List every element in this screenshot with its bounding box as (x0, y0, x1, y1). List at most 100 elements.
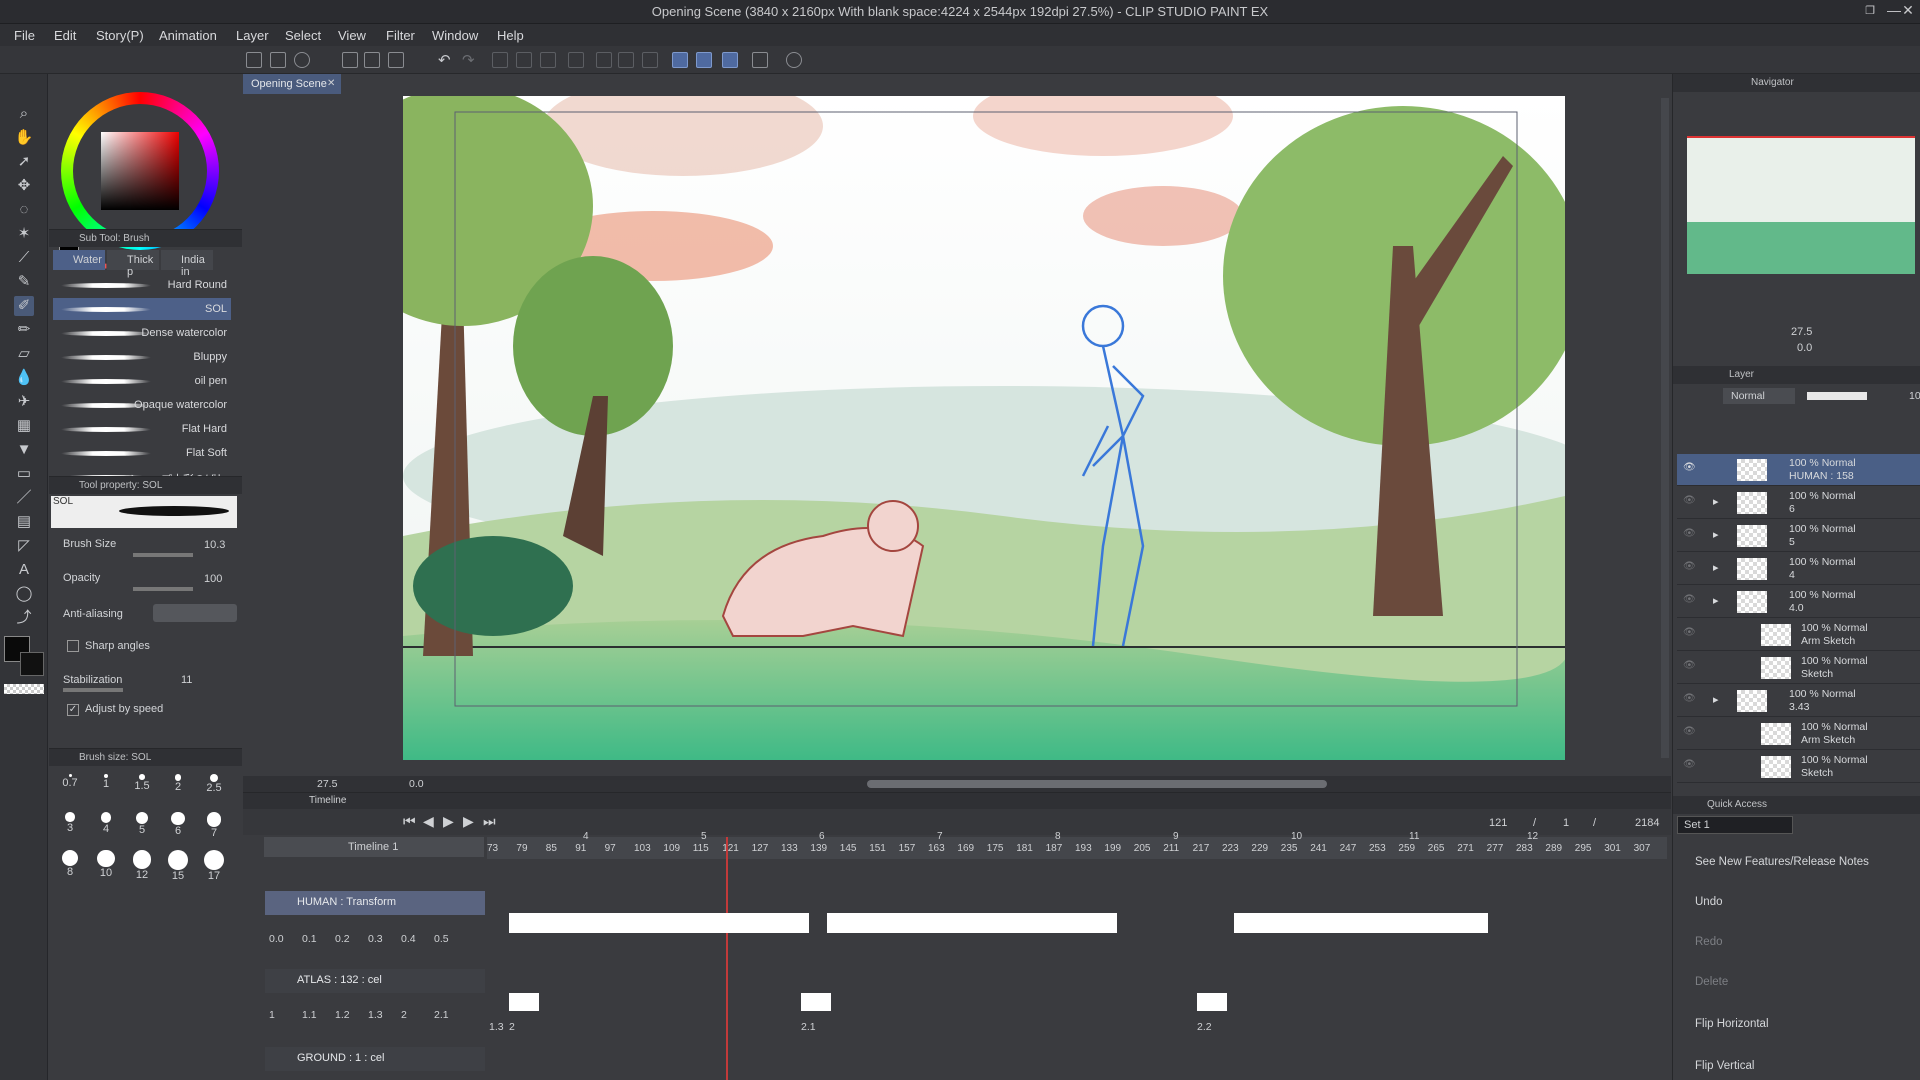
last-frame-icon[interactable]: ⏭ (483, 813, 496, 830)
ruler-snap-icon[interactable] (672, 52, 688, 68)
qa-undo[interactable]: Undo (1695, 896, 1723, 908)
menu-window[interactable]: Window (432, 28, 478, 43)
visibility-eye-icon[interactable]: 👁 (1683, 693, 1696, 704)
human-cel-block-1[interactable] (509, 913, 809, 933)
folder-expand-icon[interactable]: ▸ (1713, 528, 1719, 541)
next-frame-icon[interactable]: ▶ (463, 813, 474, 830)
brush-size-preset[interactable]: 3 (53, 812, 87, 834)
companion-icon[interactable] (752, 52, 768, 68)
brush-size-preset[interactable]: 1 (89, 774, 123, 790)
brush-item[interactable]: Opaque watercolor (53, 394, 231, 416)
visibility-eye-icon[interactable]: 👁 (1683, 594, 1696, 605)
layer-row[interactable]: ▸ 👁 100 % Normal 3.43 (1677, 685, 1920, 717)
brush-tool-icon[interactable]: ✐ (14, 296, 34, 316)
track-human[interactable]: HUMAN : Transform (265, 891, 485, 915)
balloon-tool-icon[interactable]: ◯ (14, 584, 34, 604)
menu-help[interactable]: Help (497, 28, 524, 43)
zoom-tool-icon[interactable]: ⌕ (14, 104, 34, 124)
sharp-angles-checkbox[interactable] (67, 640, 79, 652)
subtool-tab-india[interactable]: India in (161, 250, 213, 278)
menu-story[interactable]: Story(P) (96, 28, 144, 43)
folder-expand-icon[interactable]: ▸ (1713, 495, 1719, 508)
visibility-eye-icon[interactable]: 👁 (1683, 462, 1696, 473)
menu-view[interactable]: View (338, 28, 366, 43)
gradient-icon[interactable]: ▭ (14, 464, 34, 484)
fill-tool-icon[interactable]: ▼ (14, 440, 34, 460)
blend-tool-icon[interactable]: 💧 (14, 368, 34, 388)
brush-size-slider[interactable] (133, 553, 193, 557)
sub-color-swatch[interactable] (20, 652, 44, 676)
layer-row[interactable]: 👁 100 % Normal Sketch (1677, 751, 1920, 783)
menu-filter[interactable]: Filter (386, 28, 415, 43)
brush-item[interactable]: Bluppy (53, 346, 231, 368)
new-icon[interactable] (270, 52, 286, 68)
human-cel-block-2[interactable] (827, 913, 1117, 933)
canvas-hscrollbar[interactable] (867, 780, 1327, 788)
brush-item[interactable]: Flat Soft (53, 442, 231, 464)
opacity-value[interactable]: 100 (204, 573, 222, 585)
first-frame-icon[interactable]: ⏮ (403, 813, 416, 830)
brush-size-preset[interactable]: 8 (53, 850, 87, 878)
brush-item[interactable]: Dense watercolor (53, 322, 231, 344)
navigator-zoom[interactable]: 27.5 (1791, 326, 1812, 338)
frame-tool-icon[interactable]: ▤ (14, 512, 34, 532)
transparent-color-swatch[interactable] (4, 684, 44, 694)
grid-snap-icon[interactable] (722, 52, 738, 68)
canvas-zoom-value[interactable]: 27.5 (317, 778, 337, 790)
menu-select[interactable]: Select (285, 28, 321, 43)
hand-tool-icon[interactable]: ✋ (14, 128, 34, 148)
maximize-icon[interactable]: ❐ (1860, 4, 1880, 17)
layer-row[interactable]: 👁 100 % Normal HUMAN : 158 (1677, 454, 1920, 486)
brush-item[interactable]: SOL (53, 298, 231, 320)
layer-row[interactable]: ▸ 👁 100 % Normal 4.0 (1677, 586, 1920, 618)
brush-size-preset[interactable]: 17 (197, 850, 231, 882)
navigator-preview[interactable] (1687, 136, 1915, 274)
quick-access-set[interactable]: Set 1 (1677, 816, 1793, 834)
layer-row[interactable]: ▸ 👁 100 % Normal 4 (1677, 553, 1920, 585)
layer-row[interactable]: ▸ 👁 100 % Normal 6 (1677, 487, 1920, 519)
clear-icon[interactable] (492, 52, 508, 68)
menu-icon[interactable] (246, 52, 262, 68)
prev-frame-icon[interactable]: ◀ (423, 813, 434, 830)
ruler-tool-icon[interactable]: ◸ (14, 536, 34, 556)
crop-icon[interactable] (596, 52, 612, 68)
atlas-cel-2[interactable] (801, 993, 831, 1011)
brush-size-preset[interactable]: 15 (161, 850, 195, 882)
brush-size-value[interactable]: 10.3 (204, 539, 225, 551)
save-icon[interactable] (388, 52, 404, 68)
invert-icon[interactable] (618, 52, 634, 68)
adjust-speed-checkbox[interactable]: ✓ (67, 704, 79, 716)
visibility-eye-icon[interactable]: 👁 (1683, 528, 1696, 539)
fill-icon[interactable] (516, 52, 532, 68)
magic-wand-icon[interactable]: ✶ (14, 224, 34, 244)
start-frame[interactable]: 1 (1563, 817, 1569, 829)
airbrush-icon[interactable]: ✈ (14, 392, 34, 412)
track-ground[interactable]: GROUND : 1 : cel (265, 1047, 485, 1071)
visibility-eye-icon[interactable]: 👁 (1683, 660, 1696, 671)
visibility-eye-icon[interactable]: 👁 (1683, 759, 1696, 770)
redo-icon[interactable]: ↷ (462, 51, 475, 69)
pencil-tool-icon[interactable]: ✏ (14, 320, 34, 340)
subtool-tab-water[interactable]: Water (53, 250, 105, 270)
navigator-angle[interactable]: 0.0 (1797, 342, 1812, 354)
brush-item[interactable]: Hard Round (53, 274, 231, 296)
text-tool-icon[interactable]: A (14, 560, 34, 580)
opacity-slider[interactable] (133, 587, 193, 591)
timeline-selector[interactable]: Timeline 1 (264, 837, 484, 857)
visibility-eye-icon[interactable]: 👁 (1683, 495, 1696, 506)
color-square[interactable] (101, 132, 179, 210)
canvas-vscrollbar[interactable] (1661, 98, 1669, 758)
decoration-icon[interactable]: ▦ (14, 416, 34, 436)
canvas-artwork[interactable] (403, 96, 1565, 760)
menu-layer[interactable]: Layer (236, 28, 269, 43)
folder-expand-icon[interactable]: ▸ (1713, 561, 1719, 574)
layer-row[interactable]: 👁 100 % Normal Sketch (1677, 652, 1920, 684)
layer-opacity-slider[interactable] (1807, 392, 1867, 400)
stabilization-slider[interactable] (63, 688, 123, 692)
brush-size-preset[interactable]: 6 (161, 812, 195, 837)
correct-line-icon[interactable]: ⤴ (14, 608, 34, 628)
brush-size-preset[interactable]: 7 (197, 812, 231, 839)
brush-size-preset[interactable]: 10 (89, 850, 123, 879)
current-frame[interactable]: 121 (1489, 817, 1507, 829)
brush-item[interactable]: oil pen (53, 370, 231, 392)
